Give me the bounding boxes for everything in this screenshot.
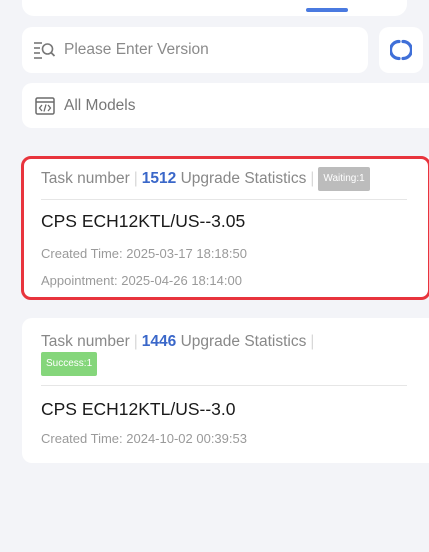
active-tab-indicator: [306, 8, 348, 12]
search-list-icon: [32, 38, 56, 62]
model-filter-select[interactable]: All Models: [22, 83, 429, 128]
card-divider: [41, 385, 407, 386]
top-panel-edge: [22, 0, 407, 16]
code-window-icon: [34, 95, 56, 117]
task-header: Task number | 1446 Upgrade Statistics | Suc…: [41, 332, 415, 376]
refresh-button[interactable]: [379, 27, 423, 73]
version-search-field[interactable]: [22, 27, 368, 73]
task-model-title: CPS ECH12KTL/US--3.0: [41, 399, 236, 419]
status-badge-success: Success:1: [41, 352, 98, 376]
version-search-input[interactable]: [64, 41, 344, 59]
highlight-box: [21, 156, 429, 300]
task-card-1446[interactable]: Task number | 1446 Upgrade Statistics | Suc…: [22, 318, 429, 463]
task-number: 1446: [141, 333, 177, 350]
created-time: Created Time: 2024-10-02 00:39:53: [41, 431, 247, 446]
refresh-icon: [390, 39, 412, 61]
upgrade-statistics-label: Upgrade Statistics: [180, 333, 307, 350]
task-number-label: Task number: [41, 333, 130, 350]
model-filter-label: All Models: [64, 96, 136, 114]
